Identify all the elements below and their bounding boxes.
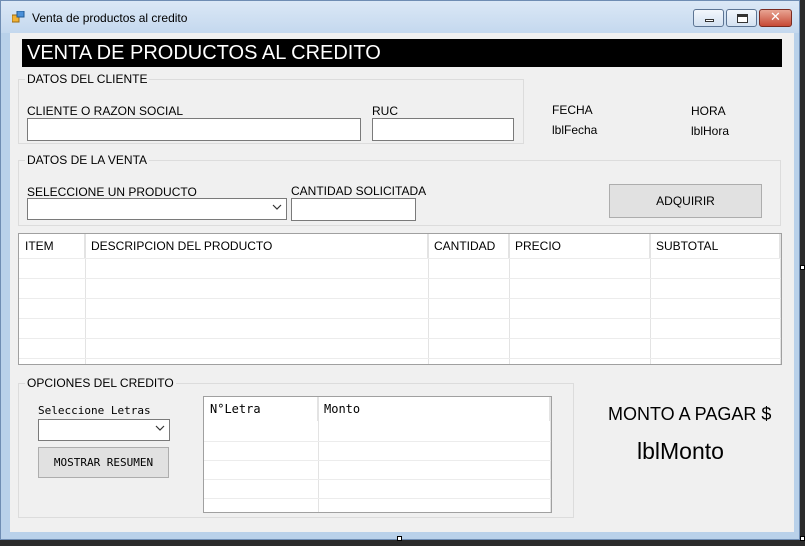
grid-row-line	[19, 278, 781, 279]
grid-divider	[509, 234, 510, 364]
window-title: Venta de productos al credito	[32, 11, 188, 25]
app-icon	[12, 11, 25, 23]
close-icon: ✕	[770, 10, 781, 25]
ruc-label: RUC	[372, 104, 398, 118]
grid-row-line	[204, 479, 551, 480]
maximize-icon	[737, 14, 748, 23]
cliente-label: CLIENTE O RAZON SOCIAL	[27, 104, 184, 118]
grid-divider	[550, 397, 551, 512]
venta-legend: DATOS DE LA VENTA	[25, 153, 150, 167]
letras-select[interactable]	[38, 419, 170, 441]
cantidad-label: CANTIDAD SOLICITADA	[291, 184, 427, 198]
grid-divider	[428, 234, 429, 364]
producto-label: SELECCIONE UN PRODUCTO	[27, 185, 197, 199]
close-button[interactable]: ✕	[759, 9, 792, 27]
credito-legend: OPCIONES DEL CREDITO	[25, 376, 176, 390]
resize-handle[interactable]	[800, 265, 805, 270]
hora-value: lblHora	[691, 124, 730, 138]
letras-table[interactable]: N°Letra Monto	[203, 396, 552, 513]
minimize-icon	[705, 19, 714, 22]
resize-handle[interactable]	[397, 536, 402, 541]
hora-label: HORA	[691, 104, 726, 118]
fecha-value: lblFecha	[552, 123, 598, 137]
minimize-button[interactable]	[693, 9, 724, 27]
maximize-button[interactable]	[726, 9, 757, 27]
grid-row-line	[204, 498, 551, 499]
grid-row-line	[19, 258, 781, 259]
monto-label: MONTO A PAGAR $	[608, 404, 772, 424]
col-header-monto[interactable]: Monto	[318, 397, 550, 421]
grid-divider	[85, 234, 86, 364]
page-title: VENTA DE PRODUCTOS AL CREDITO	[22, 39, 782, 67]
monto-value: lblMonto	[637, 438, 724, 464]
grid-row-line	[19, 338, 781, 339]
app-window: Venta de productos al credito ✕ VENTA DE…	[0, 0, 800, 540]
chevron-down-icon	[272, 204, 282, 210]
resize-handle[interactable]	[800, 536, 805, 541]
productos-table[interactable]: ITEM DESCRIPCION DEL PRODUCTO CANTIDAD P…	[18, 233, 782, 365]
fecha-label: FECHA	[552, 103, 593, 117]
adquirir-button[interactable]: ADQUIRIR	[609, 184, 762, 218]
producto-select[interactable]	[27, 198, 287, 220]
col-header-cantidad[interactable]: CANTIDAD	[428, 234, 509, 258]
col-header-descripcion[interactable]: DESCRIPCION DEL PRODUCTO	[85, 234, 428, 258]
grid-row-line	[204, 460, 551, 461]
grid-divider	[318, 397, 319, 512]
mostrar-resumen-button[interactable]: MOSTRAR RESUMEN	[38, 447, 169, 478]
col-header-precio[interactable]: PRECIO	[509, 234, 650, 258]
col-header-nro-letra[interactable]: N°Letra	[204, 397, 318, 421]
cantidad-input[interactable]	[291, 198, 416, 221]
letras-label: Seleccione Letras	[38, 404, 151, 417]
form-client-area: VENTA DE PRODUCTOS AL CREDITO DATOS DEL …	[10, 33, 794, 532]
desktop-background	[0, 540, 805, 546]
grid-row-line	[204, 441, 551, 442]
ruc-input[interactable]	[372, 118, 514, 141]
col-header-item[interactable]: ITEM	[19, 234, 85, 258]
cliente-input[interactable]	[27, 118, 361, 141]
grid-row-line	[19, 358, 781, 359]
cliente-legend: DATOS DEL CLIENTE	[25, 72, 150, 86]
grid-row-line	[19, 318, 781, 319]
title-bar[interactable]: Venta de productos al credito ✕	[1, 1, 799, 33]
chevron-down-icon	[155, 425, 165, 431]
grid-divider	[650, 234, 651, 364]
col-header-subtotal[interactable]: SUBTOTAL	[650, 234, 780, 258]
grid-divider	[780, 234, 781, 364]
grid-row-line	[19, 298, 781, 299]
